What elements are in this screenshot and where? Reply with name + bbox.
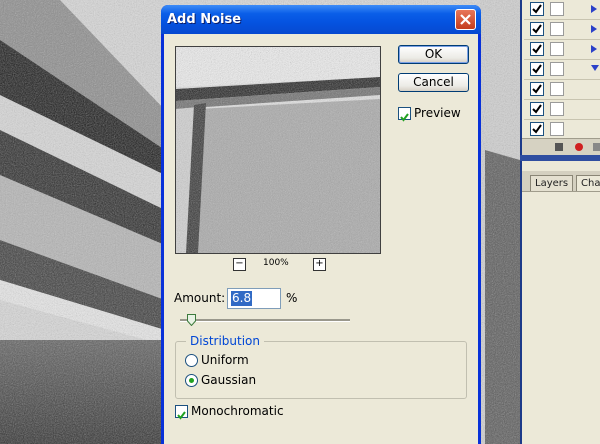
layer-row[interactable] <box>524 80 600 100</box>
panel-tabbar: Layers Chan <box>522 171 600 192</box>
checkmark-icon <box>532 124 542 134</box>
zoom-out-button[interactable]: − <box>233 258 246 271</box>
layer-visibility-checkbox[interactable] <box>530 22 544 36</box>
uniform-radio[interactable] <box>185 354 198 367</box>
layer-row[interactable] <box>524 60 600 80</box>
dialog-body: − 100% + OK Cancel Preview Amount: 6.8 %… <box>164 34 478 444</box>
channels-panel: Layers Chan <box>520 161 600 444</box>
preview-checkbox[interactable] <box>398 107 411 122</box>
layer-row[interactable] <box>524 120 600 139</box>
amount-slider-track[interactable] <box>180 319 350 322</box>
dialog-title: Add Noise <box>167 12 242 27</box>
layer-visibility-checkbox[interactable] <box>530 42 544 56</box>
monochromatic-label[interactable]: Monochromatic <box>191 404 284 418</box>
layer-link-box[interactable] <box>550 42 564 56</box>
add-noise-dialog: Add Noise − 100% + OK Cancel Preview Amo… <box>161 5 481 444</box>
title-bar[interactable]: Add Noise <box>161 5 481 34</box>
amount-input[interactable]: 6.8 <box>227 288 281 309</box>
radio-selected-dot <box>189 378 194 383</box>
layer-row[interactable] <box>524 0 600 20</box>
layers-panel <box>520 0 600 156</box>
play-icon[interactable] <box>592 142 600 152</box>
zoom-level: 100% <box>263 258 289 268</box>
close-icon <box>460 14 471 25</box>
amount-unit: % <box>286 291 298 305</box>
expand-triangle-icon[interactable] <box>590 44 598 54</box>
checkmark-icon <box>532 104 542 114</box>
zoom-out-icon: − <box>235 258 244 269</box>
checkmark-icon <box>177 411 186 420</box>
uniform-label[interactable]: Uniform <box>201 353 249 367</box>
layer-link-box[interactable] <box>550 122 564 136</box>
layer-link-box[interactable] <box>550 82 564 96</box>
expand-triangle-icon[interactable] <box>590 4 598 14</box>
amount-value: 6.8 <box>231 291 253 306</box>
cancel-button[interactable]: Cancel <box>398 73 469 92</box>
checkmark-icon <box>532 4 542 14</box>
layer-row[interactable] <box>524 40 600 60</box>
ok-button[interactable]: OK <box>398 45 469 64</box>
checkmark-icon <box>532 44 542 54</box>
checkmark-icon <box>532 84 542 94</box>
checkmark-icon <box>400 113 409 122</box>
preview-image <box>176 47 380 253</box>
preview-label[interactable]: Preview <box>414 106 461 120</box>
layer-visibility-checkbox[interactable] <box>530 82 544 96</box>
zoom-in-icon: + <box>315 258 324 269</box>
layer-visibility-checkbox[interactable] <box>530 62 544 76</box>
layer-visibility-checkbox[interactable] <box>530 122 544 136</box>
layer-visibility-checkbox[interactable] <box>530 102 544 116</box>
record-icon[interactable] <box>574 142 584 152</box>
layer-link-box[interactable] <box>550 22 564 36</box>
tab-layers[interactable]: Layers <box>530 175 574 191</box>
layer-visibility-checkbox[interactable] <box>530 2 544 16</box>
gaussian-radio[interactable] <box>185 374 198 387</box>
preview-window[interactable] <box>175 46 381 254</box>
collapse-triangle-icon[interactable] <box>590 64 600 72</box>
distribution-legend: Distribution <box>186 334 265 348</box>
monochromatic-checkbox[interactable] <box>175 405 188 420</box>
layer-link-box[interactable] <box>550 62 564 76</box>
checkmark-icon <box>532 24 542 34</box>
amount-slider-thumb[interactable] <box>187 314 197 326</box>
checkmark-icon <box>532 64 542 74</box>
amount-label: Amount: <box>174 291 226 305</box>
zoom-in-button[interactable]: + <box>313 258 326 271</box>
layer-link-box[interactable] <box>550 2 564 16</box>
tab-channels[interactable]: Chan <box>576 175 600 191</box>
layer-link-box[interactable] <box>550 102 564 116</box>
distribution-group: Distribution Uniform Gaussian <box>175 334 467 399</box>
stop-icon[interactable] <box>554 142 564 152</box>
layers-footer <box>522 138 600 156</box>
expand-triangle-icon[interactable] <box>590 24 598 34</box>
close-button[interactable] <box>455 9 476 30</box>
layer-row[interactable] <box>524 100 600 120</box>
gaussian-label[interactable]: Gaussian <box>201 373 256 387</box>
layer-row[interactable] <box>524 20 600 40</box>
